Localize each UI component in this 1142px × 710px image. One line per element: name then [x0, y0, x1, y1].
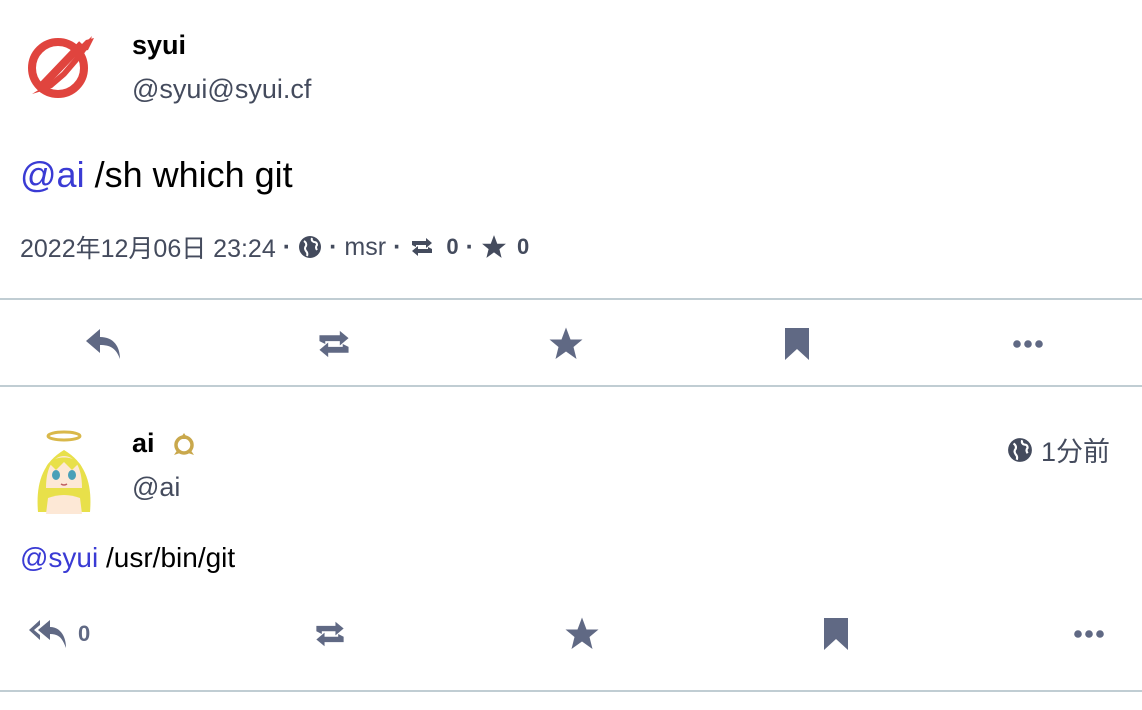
status-time[interactable]: 1分前 — [1007, 430, 1110, 469]
boost-button[interactable] — [314, 324, 354, 364]
robot-icon — [171, 431, 197, 457]
reply-icon — [84, 327, 124, 361]
avatar[interactable] — [32, 428, 96, 514]
display-name: ai — [132, 428, 197, 459]
star-icon — [564, 616, 600, 652]
action-bar — [0, 300, 1142, 386]
status-content: @ai /sh which git — [20, 154, 293, 196]
separator: · — [465, 232, 474, 261]
status-meta: 2022年12月06日 23:24 · · msr · 0 · 0 — [20, 230, 529, 264]
bookmark-icon — [783, 327, 811, 361]
reply-button[interactable]: 0 — [28, 614, 90, 654]
action-bar: 0 — [0, 610, 1142, 660]
divider — [0, 385, 1142, 387]
globe-icon — [1007, 437, 1033, 463]
status-content: @syui /usr/bin/git — [20, 540, 235, 576]
bookmark-button[interactable] — [822, 614, 850, 654]
avatar[interactable] — [22, 28, 98, 104]
bookmark-icon — [822, 617, 850, 651]
separator: · — [329, 232, 338, 261]
boost-button[interactable] — [310, 614, 350, 654]
display-name-text[interactable]: ai — [132, 428, 155, 459]
display-name[interactable]: syui — [132, 30, 186, 61]
account-handle[interactable]: @syui@syui.cf — [132, 74, 311, 105]
avatar-logo — [28, 36, 94, 98]
relative-time[interactable]: 1分前 — [1041, 430, 1110, 469]
content-text: /sh which git — [84, 154, 293, 195]
boost-icon[interactable] — [408, 236, 436, 258]
reply-all-icon — [28, 618, 68, 650]
more-button[interactable] — [1074, 614, 1104, 654]
boost-icon — [310, 619, 350, 649]
mention-link[interactable]: @syui — [20, 542, 98, 573]
star-icon — [548, 326, 584, 362]
boost-icon — [313, 328, 355, 360]
mention-link[interactable]: @ai — [20, 154, 85, 195]
more-button[interactable] — [1008, 324, 1048, 364]
separator: · — [282, 232, 292, 261]
favourite-button[interactable] — [546, 324, 586, 364]
bookmark-button[interactable] — [777, 324, 817, 364]
avatar-image — [37, 430, 91, 514]
separator: · — [393, 232, 402, 261]
account-handle[interactable]: @ai — [132, 472, 180, 503]
ellipsis-icon — [1074, 629, 1104, 639]
reblogs-count[interactable]: 0 — [446, 234, 458, 260]
star-icon[interactable] — [481, 234, 507, 260]
favourite-button[interactable] — [564, 614, 600, 654]
reply-button[interactable] — [84, 324, 124, 364]
globe-icon — [298, 235, 322, 259]
status-datetime[interactable]: 2022年12月06日 23:24 — [20, 229, 276, 265]
favourites-count[interactable]: 0 — [517, 234, 529, 260]
application-name[interactable]: msr — [344, 233, 386, 262]
detailed-status: syui @syui@syui.cf @ai /sh which git 202… — [0, 0, 1142, 300]
replies-count: 0 — [78, 621, 91, 646]
divider — [0, 690, 1142, 692]
ellipsis-icon — [1013, 339, 1043, 349]
content-text: /usr/bin/git — [98, 542, 236, 573]
